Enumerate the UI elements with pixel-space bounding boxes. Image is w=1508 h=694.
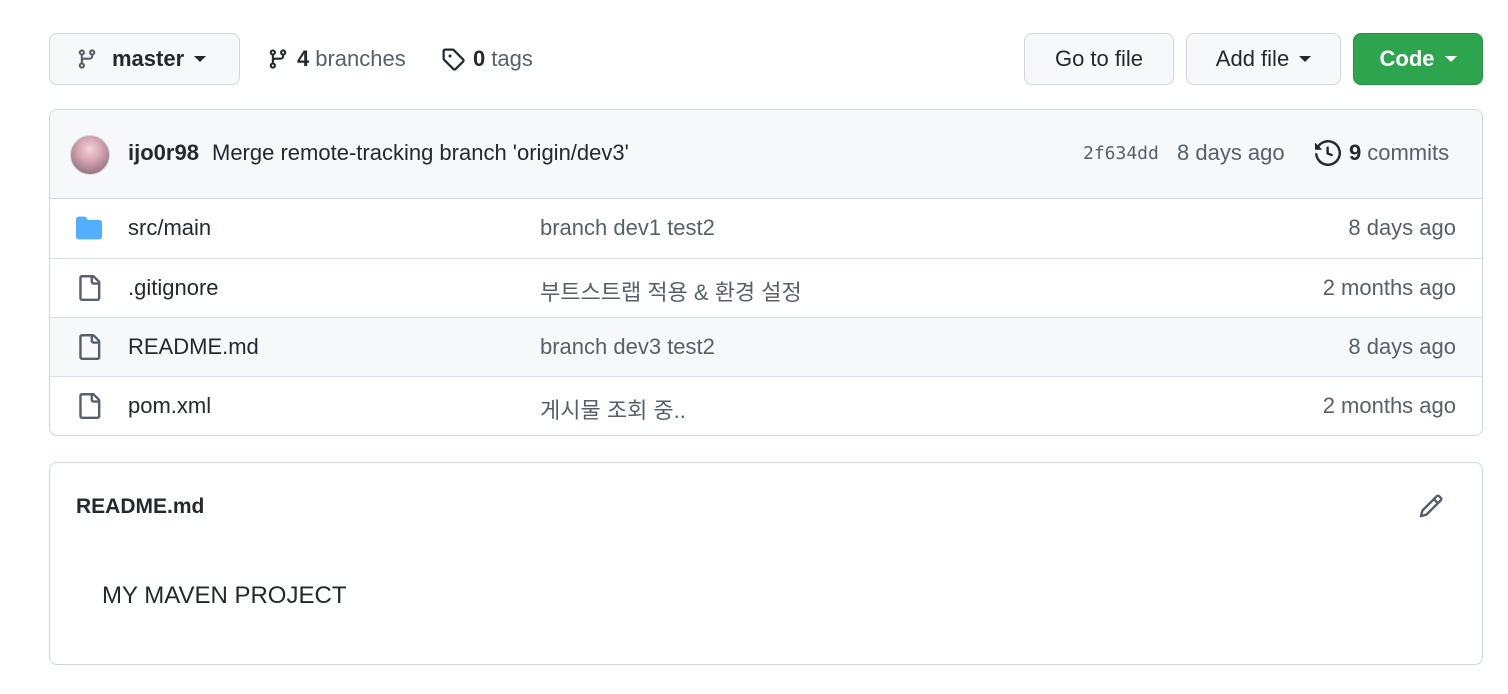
- file-list: src/main branch dev1 test2 8 days ago .g…: [50, 199, 1482, 435]
- go-to-file-button[interactable]: Go to file: [1024, 33, 1174, 85]
- file-name-link[interactable]: .gitignore: [128, 275, 219, 301]
- branches-label: branches: [315, 46, 406, 71]
- file-commit-message-link[interactable]: branch dev1 test2: [540, 215, 715, 241]
- add-file-label: Add file: [1215, 46, 1290, 71]
- tags-label: tags: [491, 46, 533, 71]
- commit-message-link[interactable]: Merge remote-tracking branch 'origin/dev…: [212, 140, 629, 166]
- chevron-down-icon: [1444, 56, 1457, 62]
- commits-count: 9: [1349, 140, 1362, 165]
- git-branch-icon: [269, 49, 287, 69]
- file-browser: ijo0r98 Merge remote-tracking branch 'or…: [49, 109, 1483, 436]
- file-commit-time: 2 months ago: [1322, 275, 1456, 300]
- branch-name: master: [112, 46, 185, 71]
- file-name-link[interactable]: src/main: [128, 215, 211, 241]
- commits-history-link[interactable]: 9 commits: [1315, 138, 1449, 168]
- tag-icon: [442, 48, 465, 71]
- file-row[interactable]: src/main branch dev1 test2 8 days ago: [50, 199, 1482, 258]
- code-button[interactable]: Code: [1353, 33, 1483, 85]
- commit-author-link[interactable]: ijo0r98: [128, 140, 199, 166]
- file-commit-message-link[interactable]: 게시물 조회 중..: [540, 393, 686, 425]
- branch-select-button[interactable]: master: [49, 33, 240, 85]
- avatar[interactable]: [70, 135, 110, 175]
- tags-count: 0: [473, 46, 486, 71]
- file-commit-message-link[interactable]: branch dev3 test2: [540, 334, 715, 360]
- pencil-icon[interactable]: [1418, 493, 1444, 519]
- file-commit-time: 2 months ago: [1322, 393, 1456, 418]
- commit-time: 8 days ago: [1177, 140, 1285, 165]
- repo-toolbar: master 4 branches 0 tags Go to file Add …: [49, 33, 1483, 85]
- commits-label: commits: [1367, 140, 1450, 165]
- file-icon: [79, 275, 101, 301]
- readme-title-link[interactable]: README.md: [76, 495, 204, 519]
- file-icon: [79, 334, 101, 360]
- file-commit-time: 8 days ago: [1348, 334, 1456, 359]
- branches-count: 4: [297, 46, 310, 71]
- history-icon: [1315, 140, 1341, 166]
- commit-sha-link[interactable]: 2f634dd: [1083, 143, 1159, 164]
- file-commit-time: 8 days ago: [1348, 215, 1456, 240]
- file-row[interactable]: README.md branch dev3 test2 8 days ago: [50, 317, 1482, 376]
- readme-box: README.md MY MAVEN PROJECT: [49, 462, 1483, 665]
- code-label: Code: [1379, 46, 1435, 71]
- file-row[interactable]: pom.xml 게시물 조회 중.. 2 months ago: [50, 376, 1482, 435]
- file-name-link[interactable]: README.md: [128, 334, 259, 360]
- tags-link[interactable]: 0 tags: [441, 33, 533, 85]
- file-name-link[interactable]: pom.xml: [128, 393, 211, 419]
- file-icon: [79, 393, 101, 419]
- git-branch-icon: [78, 49, 96, 69]
- chevron-down-icon: [194, 56, 207, 62]
- readme-content: MY MAVEN PROJECT: [102, 582, 347, 609]
- chevron-down-icon: [1299, 56, 1312, 62]
- add-file-button[interactable]: Add file: [1186, 33, 1341, 85]
- file-row[interactable]: .gitignore 부트스트랩 적용 & 환경 설정 2 months ago: [50, 258, 1482, 317]
- latest-commit-bar: ijo0r98 Merge remote-tracking branch 'or…: [50, 110, 1482, 199]
- file-commit-message-link[interactable]: 부트스트랩 적용 & 환경 설정: [540, 275, 802, 307]
- folder-icon: [76, 216, 102, 240]
- branches-link[interactable]: 4 branches: [267, 33, 406, 85]
